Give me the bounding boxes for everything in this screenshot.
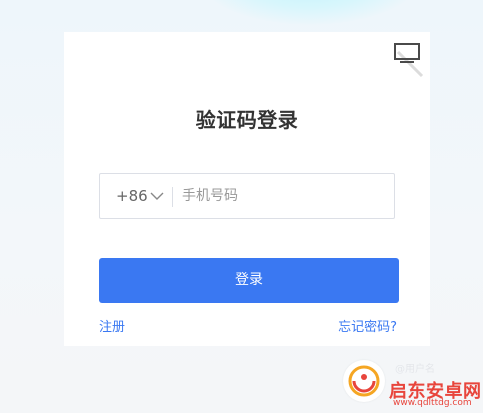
field-divider: [172, 187, 173, 207]
watermark-url: www.qdlttdg.com: [393, 398, 472, 408]
background-glow: [200, 0, 420, 25]
phone-field: +86: [99, 173, 395, 219]
watermark-logo: [343, 360, 385, 402]
forgot-password-link[interactable]: 忘记密码?: [338, 316, 397, 335]
login-mode-toggle[interactable]: [388, 38, 428, 78]
phone-number-input[interactable]: [182, 174, 382, 218]
login-button[interactable]: 登录: [99, 258, 399, 303]
country-code-select[interactable]: +86: [116, 174, 148, 218]
monitor-icon: [394, 43, 424, 78]
chevron-down-icon[interactable]: [150, 191, 164, 201]
page-title: 验证码登录: [195, 108, 299, 132]
logo-icon: [348, 365, 380, 397]
login-card: 验证码登录 +86 登录 注册 忘记密码?: [64, 32, 430, 346]
page-background: 验证码登录 +86 登录 注册 忘记密码? @用户名 启东安卓网 www.qdl…: [0, 0, 483, 413]
watermark-faint-text: @用户名: [395, 364, 435, 375]
register-link[interactable]: 注册: [99, 316, 125, 335]
